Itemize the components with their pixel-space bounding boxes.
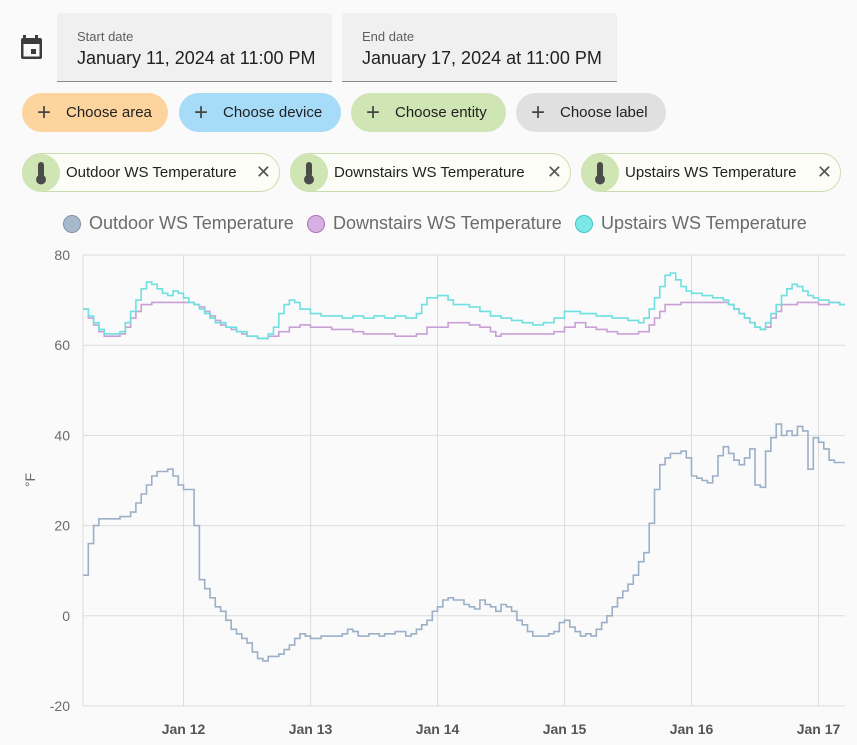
thermometer-icon — [290, 153, 328, 192]
y-tick-label: 60 — [54, 337, 70, 353]
entity-chip-label: Upstairs WS Temperature — [625, 164, 797, 181]
entity-chip-downstairs[interactable]: Downstairs WS Temperature ✕ — [290, 153, 571, 192]
legend-label: Downstairs WS Temperature — [333, 213, 562, 233]
series-line-outdoor — [83, 423, 845, 662]
x-tick-label: Jan 15 — [543, 721, 587, 737]
y-tick-label: 0 — [62, 608, 70, 624]
choose-area-label: Choose area — [66, 104, 152, 121]
choose-entity-button[interactable]: + Choose entity — [351, 93, 506, 132]
entity-chip-label: Outdoor WS Temperature — [66, 164, 237, 181]
thermometer-icon — [581, 153, 619, 192]
start-date-label: Start date — [77, 29, 134, 44]
legend-marker — [63, 214, 81, 233]
close-icon[interactable]: ✕ — [547, 162, 562, 182]
plus-icon: + — [193, 98, 208, 126]
y-tick-label: -20 — [50, 698, 70, 714]
y-tick-label: 20 — [54, 518, 70, 534]
legend-item-upstairs[interactable]: Upstairs WS Temperature — [575, 213, 807, 234]
end-date-label: End date — [362, 29, 415, 44]
y-tick-label: 80 — [54, 247, 70, 263]
legend-marker — [575, 214, 593, 233]
x-tick-label: Jan 14 — [416, 721, 460, 737]
series-line-upstairs — [83, 272, 845, 340]
x-tick-label: Jan 12 — [162, 721, 206, 737]
close-icon[interactable]: ✕ — [256, 162, 271, 182]
x-tick-label: Jan 13 — [289, 721, 333, 737]
legend-label: Outdoor WS Temperature — [89, 213, 294, 233]
end-date-value: January 17, 2024 at 11:00 PM — [362, 48, 602, 68]
choose-label-label: Choose label — [560, 104, 648, 121]
choose-device-label: Choose device — [223, 104, 323, 121]
legend-label: Upstairs WS Temperature — [601, 213, 807, 233]
x-tick-label: Jan 16 — [670, 721, 714, 737]
thermometer-icon — [22, 153, 60, 192]
choose-entity-label: Choose entity — [395, 104, 487, 121]
choose-area-button[interactable]: + Choose area — [22, 93, 168, 132]
entity-chip-outdoor[interactable]: Outdoor WS Temperature ✕ — [22, 153, 280, 192]
start-date-value: January 11, 2024 at 11:00 PM — [77, 48, 316, 68]
choose-device-button[interactable]: + Choose device — [179, 93, 341, 132]
y-tick-label: 40 — [54, 427, 70, 443]
calendar-icon[interactable] — [20, 34, 44, 60]
end-date-field[interactable]: End date January 17, 2024 at 11:00 PM — [342, 13, 617, 82]
start-date-field[interactable]: Start date January 11, 2024 at 11:00 PM — [57, 13, 332, 82]
legend-item-outdoor[interactable]: Outdoor WS Temperature — [63, 213, 294, 234]
entity-chip-upstairs[interactable]: Upstairs WS Temperature ✕ — [581, 153, 841, 192]
close-icon[interactable]: ✕ — [817, 162, 832, 182]
legend-marker — [307, 214, 325, 233]
y-axis-label: °F — [22, 473, 38, 487]
plus-icon: + — [365, 98, 380, 126]
x-tick-label: Jan 17 — [797, 721, 841, 737]
legend-item-downstairs[interactable]: Downstairs WS Temperature — [307, 213, 562, 234]
series-line-downstairs — [83, 301, 845, 340]
plus-icon: + — [530, 98, 545, 126]
temperature-chart: 80 60 40 20 0 -20 Jan 12 Jan 13 Jan 14 Jan 15 Jan … — [22, 247, 845, 737]
plus-icon: + — [36, 98, 51, 126]
choose-label-button[interactable]: + Choose label — [516, 93, 666, 132]
entity-chip-label: Downstairs WS Temperature — [334, 164, 525, 181]
